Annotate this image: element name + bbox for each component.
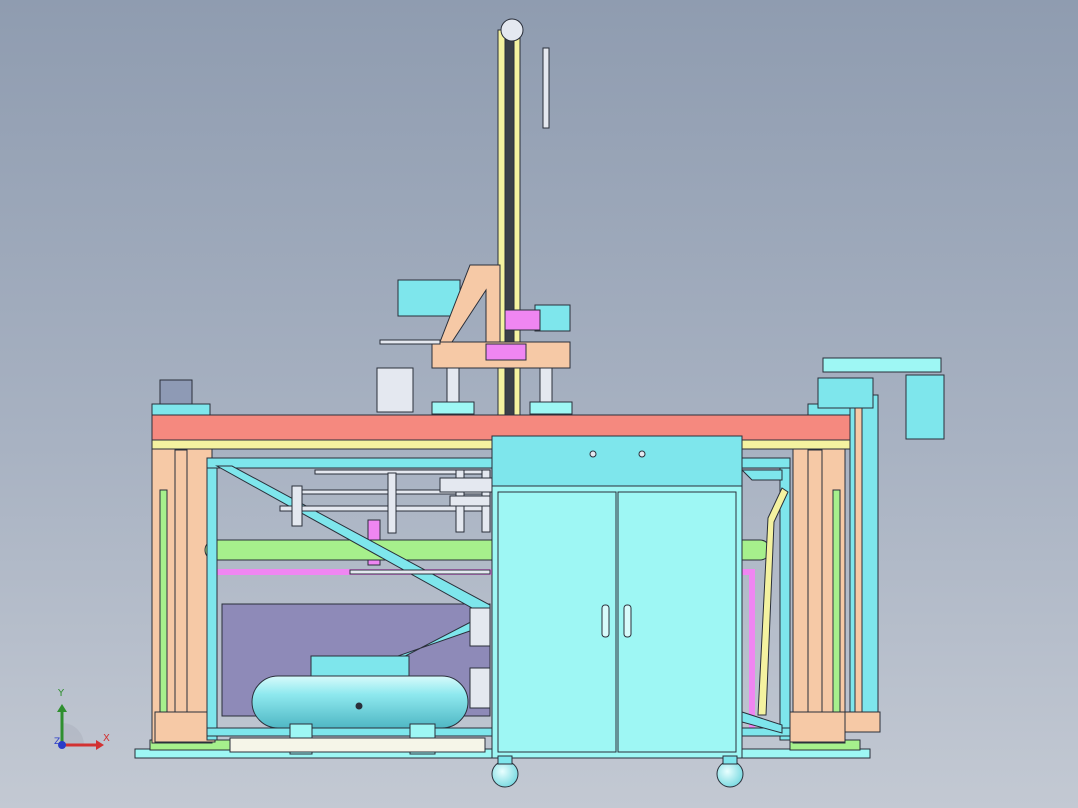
right-leg-green-strip bbox=[832, 489, 841, 741]
machine-assembly-drawing[interactable] bbox=[0, 0, 1078, 808]
right-leg-inner bbox=[807, 449, 823, 741]
cylinder-clamp-1 bbox=[439, 477, 496, 493]
cabinet-indicator-left bbox=[589, 450, 597, 458]
tank-base bbox=[229, 737, 486, 753]
cabinet-caster-bracket-right bbox=[722, 755, 738, 765]
rail-mid bbox=[349, 569, 491, 575]
tank-port bbox=[355, 702, 363, 710]
triad-rotation-arc bbox=[62, 723, 84, 745]
filter-regulator-lower bbox=[469, 667, 491, 709]
orientation-triad[interactable] bbox=[57, 704, 104, 750]
servo-motor-left bbox=[397, 279, 461, 317]
inner-frame-left-post bbox=[206, 459, 218, 741]
mast-side-rod bbox=[542, 47, 550, 129]
left-leg-inner bbox=[174, 449, 188, 741]
cabinet-top-section bbox=[491, 435, 743, 487]
left-leg-gusset bbox=[154, 711, 216, 743]
triad-x-label: X bbox=[103, 733, 110, 744]
cad-viewport[interactable]: X Y Z bbox=[0, 0, 1078, 808]
cabinet-caster-left bbox=[491, 760, 519, 788]
right-leg-gusset bbox=[789, 711, 846, 743]
left-leg-green-strip bbox=[159, 489, 168, 741]
right-top-arm bbox=[822, 357, 942, 373]
cabinet-handle-right[interactable] bbox=[623, 604, 632, 638]
triad-y-label: Y bbox=[58, 688, 65, 699]
cabinet-indicator-right bbox=[638, 450, 646, 458]
motor-gearbox bbox=[504, 309, 541, 331]
right-column-rail bbox=[854, 394, 863, 716]
cabinet-caster-bracket-left bbox=[497, 755, 513, 765]
gripper-pad-right bbox=[529, 401, 573, 415]
gripper-pad-left bbox=[431, 401, 475, 415]
right-top-mount bbox=[817, 377, 874, 409]
cylinder-clamp-2 bbox=[449, 495, 491, 507]
cabinet-caster-right bbox=[716, 760, 744, 788]
cabinet-door-left[interactable] bbox=[497, 491, 617, 753]
triad-z-label: Z bbox=[54, 737, 61, 747]
right-control-box bbox=[905, 374, 945, 440]
side-tray-magazine bbox=[376, 367, 414, 413]
triad-y-arrowhead bbox=[57, 704, 67, 712]
right-column-beam bbox=[849, 394, 879, 716]
small-fitting-left bbox=[291, 485, 303, 527]
filter-regulator-upper bbox=[469, 607, 491, 647]
diagonal-brace-c bbox=[740, 469, 783, 481]
cabinet-handle-left[interactable] bbox=[601, 604, 610, 638]
mast-top-pulley bbox=[500, 18, 524, 42]
cable-guide-bar bbox=[379, 339, 441, 345]
air-tank bbox=[251, 675, 469, 729]
carriage-linear-block bbox=[485, 343, 527, 361]
cabinet-door-right[interactable] bbox=[617, 491, 737, 753]
vertical-cylinder-1 bbox=[387, 472, 397, 534]
right-column-foot bbox=[844, 711, 881, 733]
